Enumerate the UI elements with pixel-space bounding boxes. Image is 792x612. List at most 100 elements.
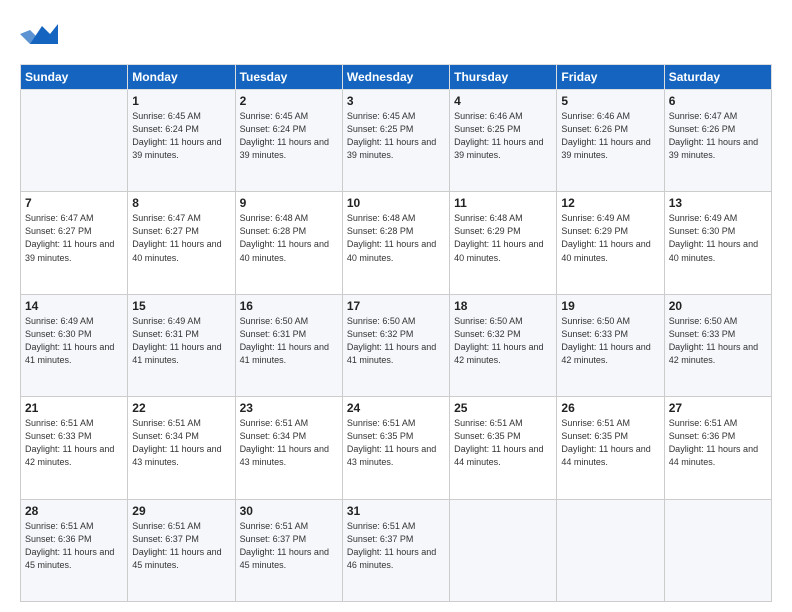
day-number: 23 [240,401,338,415]
calendar-cell: 26Sunrise: 6:51 AMSunset: 6:35 PMDayligh… [557,397,664,499]
day-number: 16 [240,299,338,313]
header-saturday: Saturday [664,65,771,90]
day-number: 9 [240,196,338,210]
cell-info: Sunrise: 6:49 AMSunset: 6:30 PMDaylight:… [25,315,123,367]
calendar-cell: 13 Sunrise: 6:49 AMSunset: 6:30 PMDayligh… [664,192,771,294]
day-number: 31 [347,504,445,518]
calendar-cell: 12 Sunrise: 6:49 AMSunset: 6:29 PMDayligh… [557,192,664,294]
calendar-cell: 18Sunrise: 6:50 AMSunset: 6:32 PMDayligh… [450,294,557,396]
day-number: 12 [561,196,659,210]
day-number: 2 [240,94,338,108]
header-thursday: Thursday [450,65,557,90]
day-number: 28 [25,504,123,518]
day-number: 19 [561,299,659,313]
logo [20,16,62,54]
day-number: 21 [25,401,123,415]
cell-info: Sunrise: 6:45 AMSunset: 6:24 PMDaylight:… [240,110,338,162]
day-number: 22 [132,401,230,415]
calendar-cell: 31 Sunrise: 6:51 AMSunset: 6:37 PMDayligh… [342,499,449,601]
day-number: 30 [240,504,338,518]
calendar-header-row: SundayMondayTuesdayWednesdayThursdayFrid… [21,65,772,90]
cell-info: Sunrise: 6:50 AMSunset: 6:31 PMDaylight:… [240,315,338,367]
week-row-4: 28 Sunrise: 6:51 AMSunset: 6:36 PMDayligh… [21,499,772,601]
calendar-cell: 30 Sunrise: 6:51 AMSunset: 6:37 PMDayligh… [235,499,342,601]
week-row-0: 1 Sunrise: 6:45 AMSunset: 6:24 PMDaylight… [21,90,772,192]
cell-info: Sunrise: 6:49 AMSunset: 6:31 PMDaylight:… [132,315,230,367]
calendar-cell: 1 Sunrise: 6:45 AMSunset: 6:24 PMDaylight… [128,90,235,192]
calendar-cell: 21 Sunrise: 6:51 AMSunset: 6:33 PMDayligh… [21,397,128,499]
logo-bird-icon [20,16,58,54]
cell-info: Sunrise: 6:51 AMSunset: 6:36 PMDaylight:… [669,417,767,469]
cell-info: Sunrise: 6:46 AMSunset: 6:25 PMDaylight:… [454,110,552,162]
calendar-cell: 7 Sunrise: 6:47 AMSunset: 6:27 PMDaylight… [21,192,128,294]
calendar-cell: 5 Sunrise: 6:46 AMSunset: 6:26 PMDaylight… [557,90,664,192]
day-number: 10 [347,196,445,210]
cell-info: Sunrise: 6:50 AMSunset: 6:32 PMDaylight:… [454,315,552,367]
cell-info: Sunrise: 6:51 AMSunset: 6:37 PMDaylight:… [240,520,338,572]
cell-info: Sunrise: 6:51 AMSunset: 6:37 PMDaylight:… [132,520,230,572]
calendar-cell: 8 Sunrise: 6:47 AMSunset: 6:27 PMDaylight… [128,192,235,294]
header-friday: Friday [557,65,664,90]
calendar-cell: 6 Sunrise: 6:47 AMSunset: 6:26 PMDaylight… [664,90,771,192]
calendar-cell: 10 Sunrise: 6:48 AMSunset: 6:28 PMDayligh… [342,192,449,294]
day-number: 15 [132,299,230,313]
cell-info: Sunrise: 6:51 AMSunset: 6:34 PMDaylight:… [132,417,230,469]
cell-info: Sunrise: 6:45 AMSunset: 6:25 PMDaylight:… [347,110,445,162]
cell-info: Sunrise: 6:48 AMSunset: 6:28 PMDaylight:… [240,212,338,264]
day-number: 24 [347,401,445,415]
day-number: 8 [132,196,230,210]
calendar-cell: 27 Sunrise: 6:51 AMSunset: 6:36 PMDayligh… [664,397,771,499]
cell-info: Sunrise: 6:49 AMSunset: 6:29 PMDaylight:… [561,212,659,264]
cell-info: Sunrise: 6:51 AMSunset: 6:34 PMDaylight:… [240,417,338,469]
day-number: 7 [25,196,123,210]
week-row-2: 14 Sunrise: 6:49 AMSunset: 6:30 PMDayligh… [21,294,772,396]
cell-info: Sunrise: 6:46 AMSunset: 6:26 PMDaylight:… [561,110,659,162]
calendar-cell: 24 Sunrise: 6:51 AMSunset: 6:35 PMDayligh… [342,397,449,499]
cell-info: Sunrise: 6:48 AMSunset: 6:28 PMDaylight:… [347,212,445,264]
cell-info: Sunrise: 6:51 AMSunset: 6:33 PMDaylight:… [25,417,123,469]
calendar-cell: 2 Sunrise: 6:45 AMSunset: 6:24 PMDaylight… [235,90,342,192]
cell-info: Sunrise: 6:50 AMSunset: 6:33 PMDaylight:… [669,315,767,367]
day-number: 1 [132,94,230,108]
day-number: 13 [669,196,767,210]
header-sunday: Sunday [21,65,128,90]
calendar-cell: 3 Sunrise: 6:45 AMSunset: 6:25 PMDaylight… [342,90,449,192]
cell-info: Sunrise: 6:49 AMSunset: 6:30 PMDaylight:… [669,212,767,264]
day-number: 6 [669,94,767,108]
calendar-cell: 23 Sunrise: 6:51 AMSunset: 6:34 PMDayligh… [235,397,342,499]
cell-info: Sunrise: 6:47 AMSunset: 6:27 PMDaylight:… [132,212,230,264]
calendar-cell: 14 Sunrise: 6:49 AMSunset: 6:30 PMDayligh… [21,294,128,396]
calendar-cell: 25Sunrise: 6:51 AMSunset: 6:35 PMDayligh… [450,397,557,499]
calendar-table: SundayMondayTuesdayWednesdayThursdayFrid… [20,64,772,602]
cell-info: Sunrise: 6:50 AMSunset: 6:32 PMDaylight:… [347,315,445,367]
day-number: 4 [454,94,552,108]
calendar-cell: 15 Sunrise: 6:49 AMSunset: 6:31 PMDayligh… [128,294,235,396]
calendar-cell: 17Sunrise: 6:50 AMSunset: 6:32 PMDayligh… [342,294,449,396]
page: SundayMondayTuesdayWednesdayThursdayFrid… [0,0,792,612]
day-number: 3 [347,94,445,108]
cell-info: Sunrise: 6:47 AMSunset: 6:27 PMDaylight:… [25,212,123,264]
cell-info: Sunrise: 6:51 AMSunset: 6:37 PMDaylight:… [347,520,445,572]
week-row-3: 21 Sunrise: 6:51 AMSunset: 6:33 PMDayligh… [21,397,772,499]
calendar-cell: 20Sunrise: 6:50 AMSunset: 6:33 PMDayligh… [664,294,771,396]
day-number: 5 [561,94,659,108]
header-tuesday: Tuesday [235,65,342,90]
cell-info: Sunrise: 6:51 AMSunset: 6:35 PMDaylight:… [347,417,445,469]
day-number: 29 [132,504,230,518]
cell-info: Sunrise: 6:47 AMSunset: 6:26 PMDaylight:… [669,110,767,162]
header-monday: Monday [128,65,235,90]
calendar-cell: 9 Sunrise: 6:48 AMSunset: 6:28 PMDaylight… [235,192,342,294]
calendar-cell: 29 Sunrise: 6:51 AMSunset: 6:37 PMDayligh… [128,499,235,601]
day-number: 27 [669,401,767,415]
calendar-cell: 28 Sunrise: 6:51 AMSunset: 6:36 PMDayligh… [21,499,128,601]
calendar-cell [450,499,557,601]
cell-info: Sunrise: 6:51 AMSunset: 6:35 PMDaylight:… [454,417,552,469]
cell-info: Sunrise: 6:48 AMSunset: 6:29 PMDaylight:… [454,212,552,264]
day-number: 26 [561,401,659,415]
day-number: 14 [25,299,123,313]
cell-info: Sunrise: 6:51 AMSunset: 6:36 PMDaylight:… [25,520,123,572]
cell-info: Sunrise: 6:50 AMSunset: 6:33 PMDaylight:… [561,315,659,367]
cell-info: Sunrise: 6:45 AMSunset: 6:24 PMDaylight:… [132,110,230,162]
calendar-cell: 22 Sunrise: 6:51 AMSunset: 6:34 PMDayligh… [128,397,235,499]
calendar-cell: 4 Sunrise: 6:46 AMSunset: 6:25 PMDaylight… [450,90,557,192]
